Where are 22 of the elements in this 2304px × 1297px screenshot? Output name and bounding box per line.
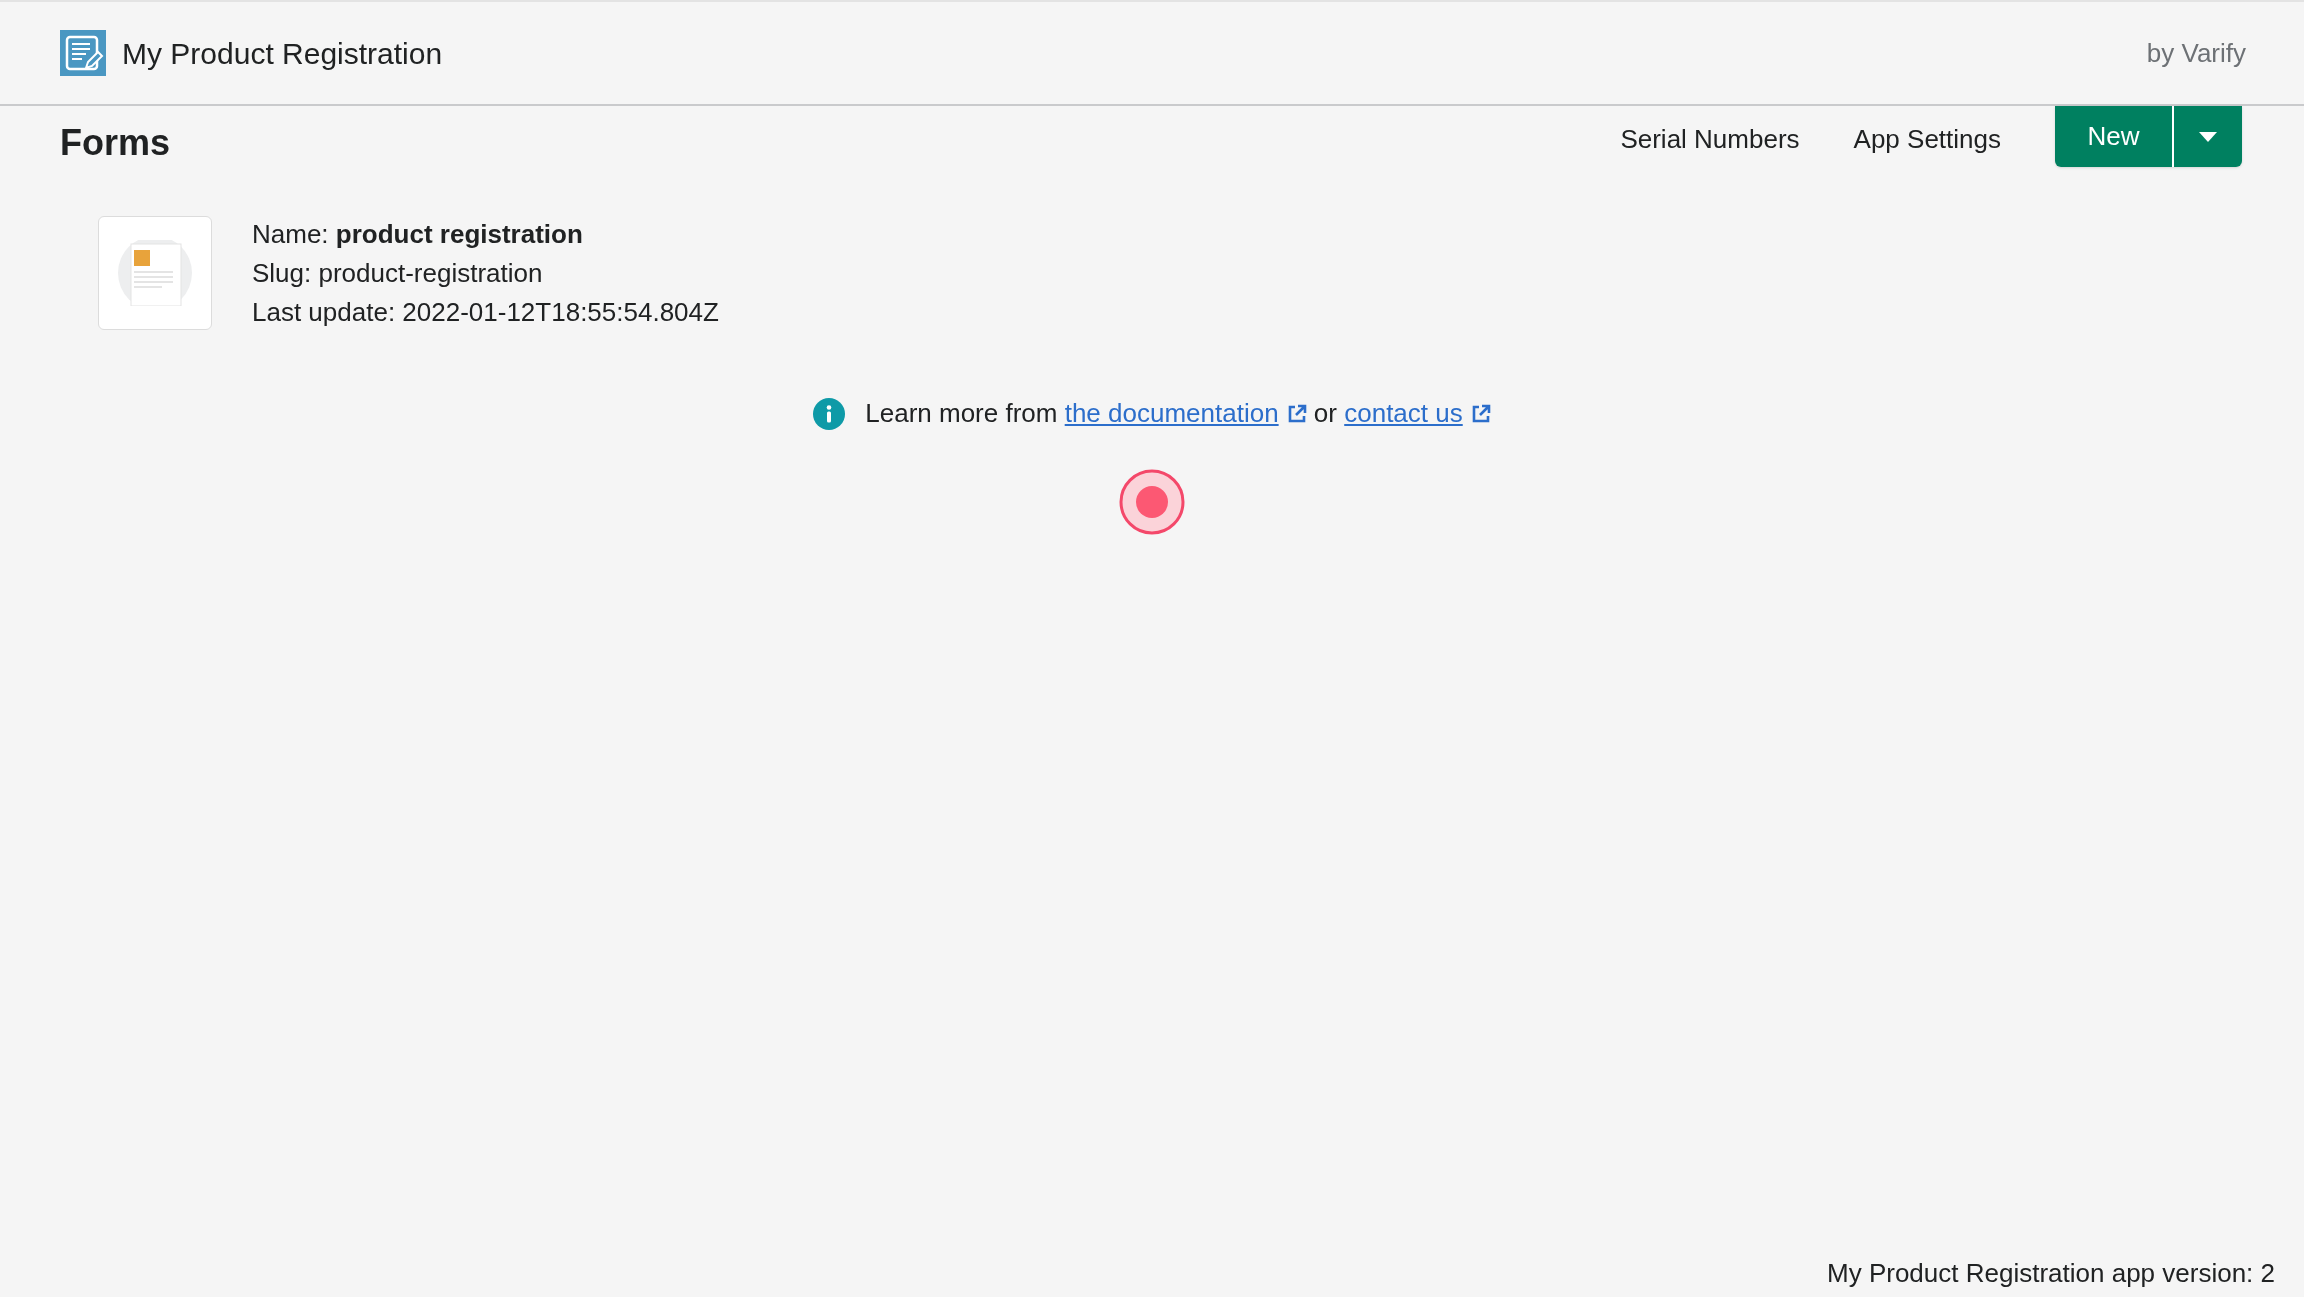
info-icon (813, 397, 846, 430)
help-text: Learn more from the documentation or contact us (865, 394, 1491, 433)
form-last-update: Last update: 2022-01-12T18:55:54.804Z (252, 296, 719, 329)
app-logo-icon (60, 30, 106, 76)
app-title: My Product Registration (122, 35, 443, 72)
page-title: Forms (60, 121, 171, 165)
new-button[interactable]: New (2055, 106, 2174, 167)
app-version-text: My Product Registration app version: 2 (1827, 1257, 2275, 1290)
form-slug: Slug: product-registration (252, 257, 544, 290)
document-icon (117, 240, 193, 306)
external-link-icon (1286, 404, 1307, 424)
form-thumbnail[interactable] (98, 216, 212, 330)
record-indicator-icon (1119, 469, 1185, 535)
external-link-icon (1470, 404, 1491, 424)
form-name: Name: product registration (252, 218, 584, 251)
caret-down-icon (2199, 131, 2217, 142)
nav-link[interactable]: App Settings (1853, 120, 2001, 159)
byline: by Varify (2146, 36, 2246, 70)
help-link[interactable]: contact us (1344, 398, 1463, 428)
dropdown-button[interactable] (2174, 106, 2242, 167)
help-link[interactable]: the documentation (1064, 398, 1279, 428)
nav-link[interactable]: Serial Numbers (1620, 120, 1800, 159)
